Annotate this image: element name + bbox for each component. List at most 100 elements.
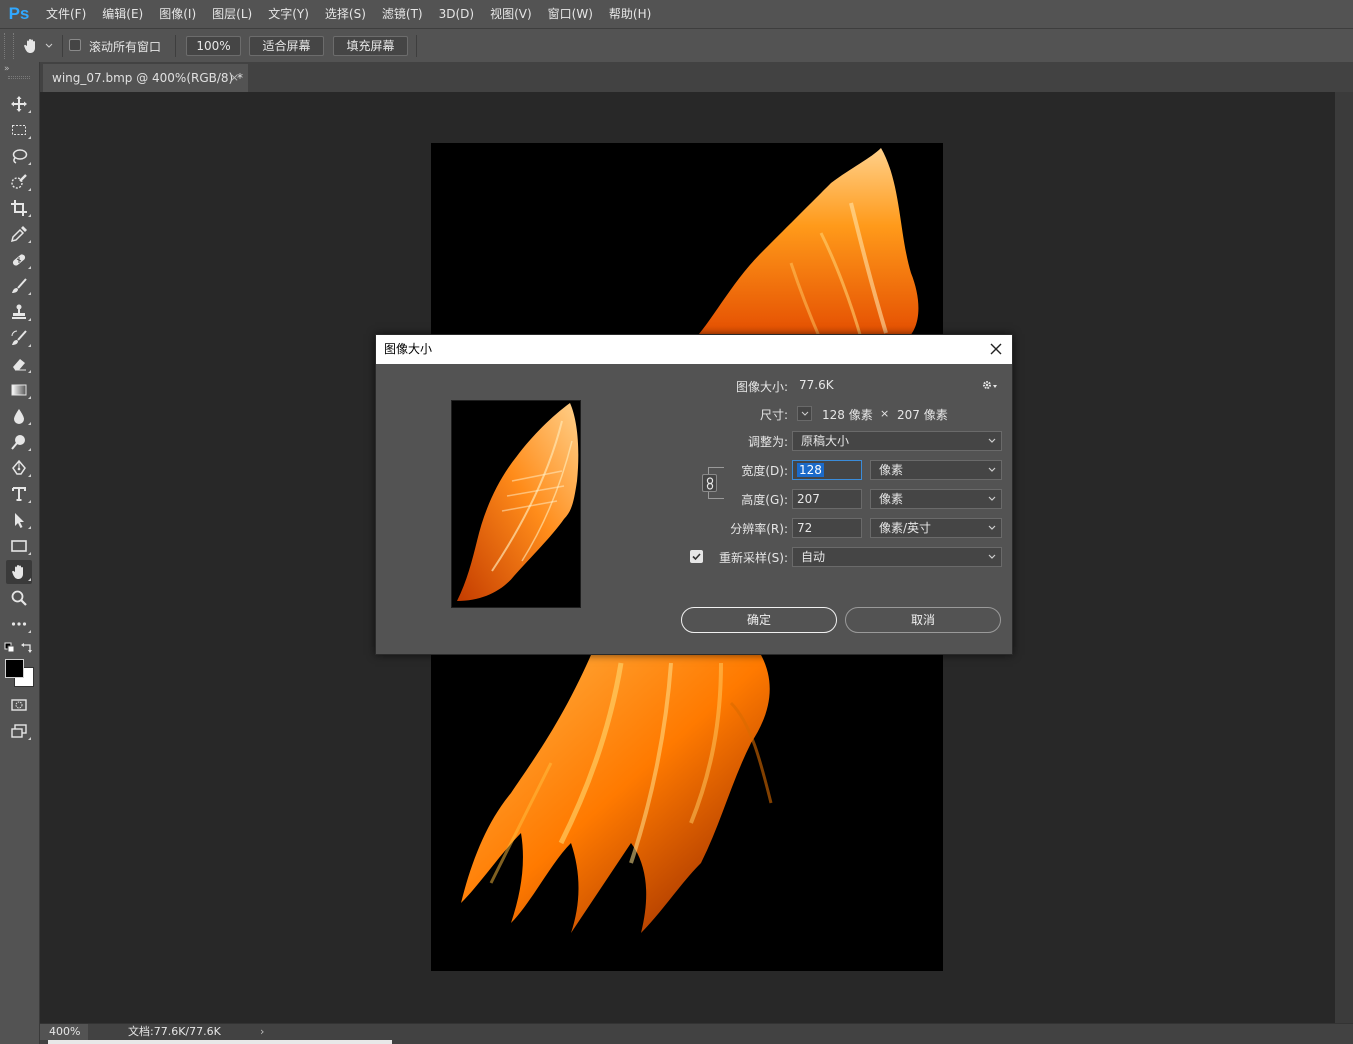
path-select-icon: [15, 513, 24, 528]
dodge-icon: [11, 435, 25, 450]
scroll-all-label: 滚动所有窗口: [89, 40, 162, 54]
menu-type[interactable]: 文字(Y): [260, 0, 317, 28]
more-icon: [11, 622, 27, 626]
marquee-tool[interactable]: [6, 118, 32, 142]
checkmark-icon: [692, 553, 701, 561]
quick-mask-button[interactable]: [6, 693, 32, 717]
lasso-tool[interactable]: [6, 144, 32, 168]
move-tool[interactable]: [6, 92, 32, 116]
chevron-down-icon: [801, 411, 809, 416]
foreground-color-swatch[interactable]: [5, 659, 24, 678]
dimensions-unit-dropdown[interactable]: [797, 406, 812, 421]
image-preview[interactable]: [451, 400, 581, 608]
menu-edit[interactable]: 编辑(E): [94, 0, 151, 28]
quick-mask-icon: [11, 699, 27, 711]
ok-button[interactable]: 确定: [681, 607, 837, 633]
resolution-unit-value: 像素/英寸: [879, 521, 932, 535]
healing-brush-icon: [12, 254, 26, 266]
close-icon[interactable]: [986, 339, 1006, 359]
lasso-icon: [12, 149, 28, 164]
default-colors-icon[interactable]: [4, 642, 16, 654]
zoom-tool[interactable]: [6, 586, 32, 610]
path-select-tool[interactable]: [6, 508, 32, 532]
document-tab[interactable]: wing_07.bmp @ 400%(RGB/8) * ×: [43, 64, 248, 92]
chevron-down-icon: [988, 467, 996, 472]
scroll-all-checkbox[interactable]: [69, 39, 81, 51]
zoom-100-button[interactable]: 100%: [186, 36, 241, 56]
eraser-tool[interactable]: [6, 352, 32, 376]
dodge-tool[interactable]: [6, 430, 32, 454]
image-size-label: 图像大小:: [735, 380, 788, 394]
stamp-tool[interactable]: [6, 300, 32, 324]
dimensions-width-value: 128 像素: [822, 408, 873, 422]
quick-select-icon: [11, 174, 27, 189]
document-tab-bar: wing_07.bmp @ 400%(RGB/8) * ×: [40, 62, 1353, 92]
options-bar: 滚动所有窗口 100% 适合屏幕 填充屏幕: [0, 28, 1353, 62]
menu-file[interactable]: 文件(F): [38, 0, 94, 28]
status-menu-arrow[interactable]: ›: [260, 1024, 264, 1040]
type-tool[interactable]: [6, 482, 32, 506]
collapse-icon[interactable]: »: [4, 64, 10, 74]
blur-tool[interactable]: [6, 404, 32, 428]
height-input[interactable]: 207: [792, 489, 862, 509]
tools-panel: »: [0, 62, 40, 1044]
brush-tool[interactable]: [6, 274, 32, 298]
preview-wing-image: [457, 403, 579, 601]
fit-to-value: 原稿大小: [801, 434, 850, 448]
fill-screen-button[interactable]: 填充屏幕: [333, 36, 408, 56]
menu-select[interactable]: 选择(S): [317, 0, 374, 28]
gear-icon[interactable]: [981, 379, 999, 391]
menu-view[interactable]: 视图(V): [482, 0, 540, 28]
eraser-icon: [13, 359, 26, 371]
resolution-input[interactable]: 72: [792, 518, 862, 538]
cancel-button[interactable]: 取消: [845, 607, 1001, 633]
close-tab-icon[interactable]: ×: [230, 64, 239, 92]
menu-3d[interactable]: 3D(D): [431, 0, 482, 28]
zoom-level-field[interactable]: 400%: [40, 1024, 88, 1040]
fit-to-dropdown[interactable]: 原稿大小: [792, 431, 1002, 451]
eyedropper-icon: [10, 226, 27, 243]
document-info[interactable]: 文档:77.6K/77.6K: [128, 1024, 221, 1040]
pen-tool[interactable]: [6, 456, 32, 480]
height-unit-dropdown[interactable]: 像素: [870, 489, 1002, 509]
dialog-titlebar[interactable]: 图像大小: [376, 335, 1012, 364]
vertical-scrollbar[interactable]: [1335, 92, 1353, 1023]
healing-brush-tool[interactable]: [6, 248, 32, 272]
menu-window[interactable]: 窗口(W): [540, 0, 601, 28]
crop-icon: [11, 200, 27, 216]
menu-bar: Ps 文件(F) 编辑(E) 图像(I) 图层(L) 文字(Y) 选择(S) 滤…: [0, 0, 1353, 28]
resample-checkbox[interactable]: [690, 550, 703, 563]
menu-filter[interactable]: 滤镜(T): [374, 0, 431, 28]
dialog-title: 图像大小: [384, 342, 433, 356]
rectangle-icon: [11, 540, 27, 552]
width-input[interactable]: 128: [792, 460, 862, 480]
hand-tool[interactable]: [6, 560, 32, 584]
chevron-down-icon: [988, 496, 996, 501]
panel-grip[interactable]: [8, 76, 30, 79]
screen-mode-button[interactable]: [6, 719, 32, 743]
chevron-down-icon: [988, 438, 996, 443]
gradient-tool[interactable]: [6, 378, 32, 402]
crop-tool[interactable]: [6, 196, 32, 220]
menu-image[interactable]: 图像(I): [151, 0, 204, 28]
status-bar: 400% 文档:77.6K/77.6K ›: [40, 1023, 1353, 1044]
resolution-unit-dropdown[interactable]: 像素/英寸: [870, 518, 1002, 538]
tool-preset-picker[interactable]: [20, 36, 58, 58]
options-grip[interactable]: [4, 33, 14, 59]
separator: [62, 35, 63, 57]
width-unit-dropdown[interactable]: 像素: [870, 460, 1002, 480]
resample-dropdown[interactable]: 自动: [792, 547, 1002, 567]
rectangle-tool[interactable]: [6, 534, 32, 558]
eyedropper-tool[interactable]: [6, 222, 32, 246]
menu-layer[interactable]: 图层(L): [204, 0, 260, 28]
history-brush-tool[interactable]: [6, 326, 32, 350]
menu-help[interactable]: 帮助(H): [601, 0, 659, 28]
horizontal-scrollbar[interactable]: [48, 1040, 392, 1044]
zoom-icon: [11, 590, 27, 606]
chevron-down-icon: [988, 525, 996, 530]
swap-colors-icon[interactable]: [21, 641, 34, 654]
quick-select-tool[interactable]: [6, 170, 32, 194]
more-tools[interactable]: [6, 612, 32, 636]
brush-icon: [12, 278, 27, 293]
fit-screen-button[interactable]: 适合屏幕: [249, 36, 324, 56]
